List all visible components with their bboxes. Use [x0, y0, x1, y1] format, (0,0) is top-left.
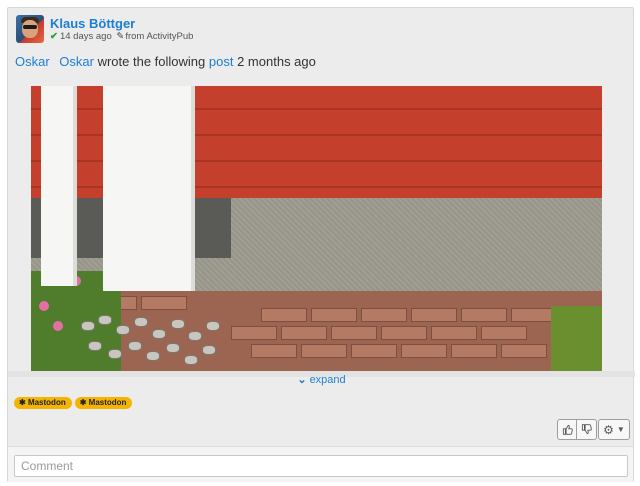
thumbs-up-icon	[562, 424, 573, 435]
settings-button[interactable]: ⚙ ▼	[598, 419, 630, 440]
expand-link[interactable]: ⌄ expand	[8, 373, 635, 386]
thumbs-down-icon	[581, 424, 592, 435]
share-text-after: 2 months ago	[237, 54, 316, 69]
tag-mastodon[interactable]: ✱ Mastodon	[74, 397, 133, 409]
share-line: Oskar Oskar wrote the following post 2 m…	[15, 54, 316, 69]
expand-label: expand	[309, 374, 346, 386]
caret-down-icon: ▼	[616, 425, 625, 434]
chevron-down-icon: ⌄	[297, 374, 307, 386]
post-meta: ✔ 14 days ago ✎from ActivityPub	[50, 31, 193, 42]
original-author-link[interactable]: Oskar	[59, 54, 94, 69]
comment-input[interactable]	[14, 455, 628, 477]
gear-icon: ⚙	[603, 422, 614, 437]
check-icon: ✔	[50, 31, 58, 42]
share-text-before: wrote the following	[97, 54, 206, 69]
post-card: Klaus Böttger ✔ 14 days ago ✎from Activit…	[7, 7, 635, 482]
settings-dropdown: ⚙ ▼	[598, 419, 630, 440]
post-image[interactable]	[31, 86, 602, 371]
tag-label: Mastodon	[88, 398, 127, 407]
tag-mastodon[interactable]: ✱ Mastodon	[14, 397, 72, 409]
author-name[interactable]: Klaus Böttger	[50, 16, 135, 31]
dislike-button[interactable]	[577, 419, 597, 440]
tag-label: Mastodon	[27, 398, 66, 407]
time-ago[interactable]: 14 days ago	[60, 31, 112, 42]
source-network: from ActivityPub	[125, 31, 194, 42]
avatar[interactable]	[16, 15, 44, 43]
post-link[interactable]: post	[209, 54, 234, 69]
comment-area	[8, 446, 633, 482]
sharer-link[interactable]: Oskar	[15, 54, 50, 69]
like-button[interactable]	[557, 419, 577, 440]
pencil-icon: ✎	[116, 31, 125, 42]
tag-list: ✱ Mastodon ✱ Mastodon	[14, 394, 135, 409]
vote-buttons	[557, 419, 597, 440]
